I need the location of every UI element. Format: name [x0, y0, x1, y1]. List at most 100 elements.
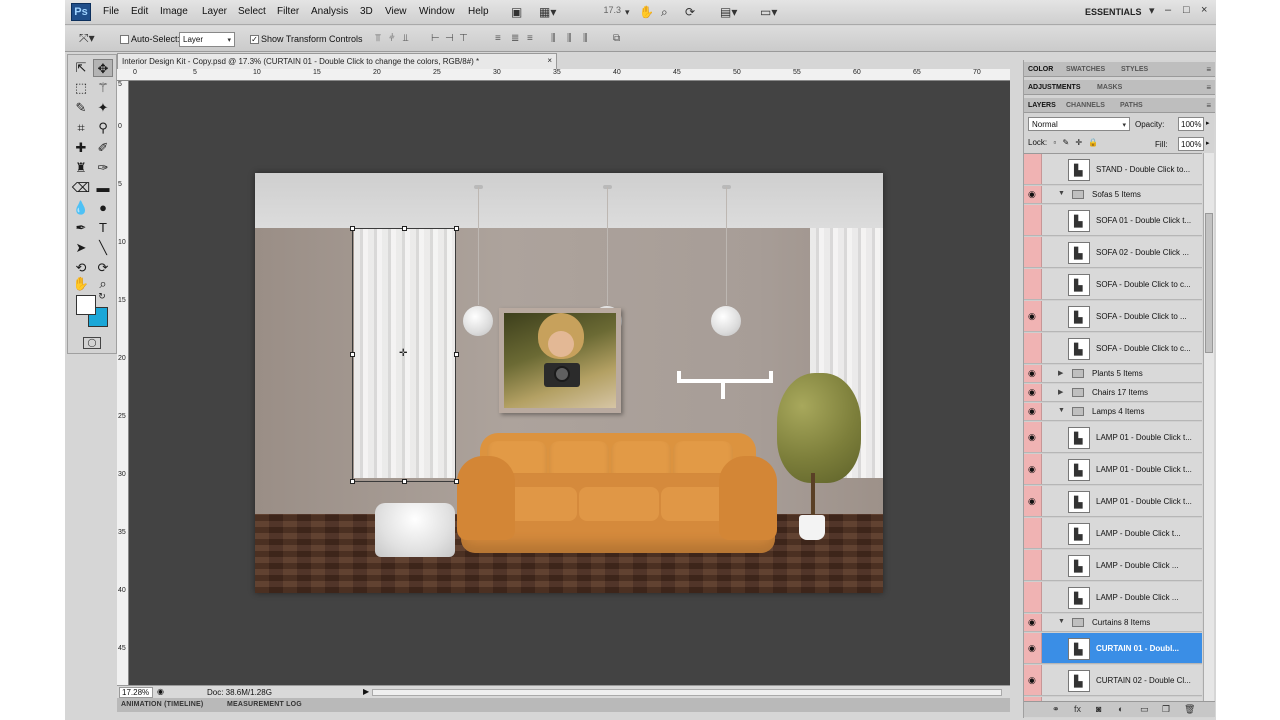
document-tab[interactable]: Interior Design Kit - Copy.psd @ 17.3% (…	[117, 53, 557, 69]
close-icon[interactable]: ×	[1201, 4, 1207, 16]
menu-file[interactable]: File	[103, 6, 119, 17]
tab-measurement-log[interactable]: MEASUREMENT LOG	[227, 701, 302, 708]
layer-row[interactable]: ▙ LAMP - Double Click ...	[1024, 582, 1202, 613]
type-tool-icon[interactable]: T	[93, 219, 113, 237]
zoom-dropdown-icon[interactable]: ▾	[625, 5, 630, 19]
document-canvas[interactable]: ✛	[255, 173, 883, 593]
tab-layers[interactable]: LAYERS	[1028, 102, 1056, 109]
expand-arrow-icon[interactable]: ▶	[1058, 369, 1063, 377]
path-selection-icon[interactable]: ➤	[71, 239, 91, 257]
layer-group-row[interactable]: ◉ ▶ Plants 5 Items	[1024, 365, 1202, 383]
align-hcenter-icon[interactable]: ⊣	[445, 33, 459, 45]
scroll-thumb[interactable]	[1205, 213, 1213, 353]
layer-group-row[interactable]: ◉ ▶ Chairs 17 Items	[1024, 384, 1202, 402]
menu-3d[interactable]: 3D	[360, 6, 373, 17]
menu-select[interactable]: Select	[238, 6, 266, 17]
tab-animation-timeline[interactable]: ANIMATION (TIMELINE)	[121, 701, 203, 708]
delete-layer-icon[interactable]: 🗑	[1184, 704, 1195, 715]
tab-color[interactable]: COLOR	[1028, 66, 1053, 73]
blur-tool-icon[interactable]: 💧	[71, 199, 91, 217]
visibility-toggle[interactable]: ◉	[1024, 403, 1042, 420]
menu-help[interactable]: Help	[468, 6, 489, 17]
layer-row[interactable]: ▙ SOFA 02 - Double Click ...	[1024, 237, 1202, 268]
distribute-vcenter-icon[interactable]: ≣	[511, 33, 525, 45]
screen-mode-icon[interactable]: ▭▾	[760, 5, 777, 19]
auto-select-dropdown[interactable]: Layer ▾	[179, 32, 235, 47]
workspace-switcher[interactable]: ESSENTIALS	[1085, 7, 1142, 17]
pen-tool-icon[interactable]: ✒	[71, 219, 91, 237]
visibility-toggle[interactable]: ◉	[1024, 633, 1042, 663]
layer-row[interactable]: ▙ LAMP - Double Click t...	[1024, 518, 1202, 549]
layer-row[interactable]: ◉ ▙ LAMP 01 - Double Click t...	[1024, 422, 1202, 453]
panel-menu-icon[interactable]: ≡	[1206, 83, 1211, 92]
auto-select-checkbox[interactable]	[120, 35, 129, 44]
distribute-right-icon[interactable]: ⫼	[583, 33, 597, 45]
distribute-bottom-icon[interactable]: ≡	[527, 33, 541, 45]
canvas-area[interactable]: ✛	[129, 81, 1010, 685]
eye-icon[interactable]: ◉	[1028, 432, 1036, 443]
layer-group-row[interactable]: ◉ ▼ Curtains 8 Items	[1024, 614, 1202, 632]
layer-row[interactable]: ▙ LAMP - Double Click ...	[1024, 550, 1202, 581]
menu-image[interactable]: Image	[160, 6, 188, 17]
opacity-field[interactable]: 100%	[1178, 117, 1204, 131]
eye-icon[interactable]: ◉	[1028, 311, 1036, 322]
distribute-hcenter-icon[interactable]: ⫼	[567, 33, 581, 45]
tab-paths[interactable]: PATHS	[1120, 102, 1143, 109]
transform-handle[interactable]	[454, 352, 459, 357]
tab-adjustments[interactable]: ADJUSTMENTS	[1028, 84, 1081, 91]
tab-swatches[interactable]: SWATCHES	[1066, 66, 1105, 73]
marquee-tool-icon[interactable]: ⬚	[71, 79, 91, 97]
visibility-toggle[interactable]: ◉	[1024, 301, 1042, 331]
layer-row[interactable]: ◉ ▙ LAMP 01 - Double Click t...	[1024, 454, 1202, 485]
eraser-tool-icon[interactable]: ⌫	[71, 179, 91, 197]
align-right-icon[interactable]: ⊤	[459, 33, 473, 45]
eye-icon[interactable]: ◉	[1028, 189, 1036, 200]
link-layers-icon[interactable]: ⚭	[1052, 704, 1060, 715]
lock-position-icon[interactable]: ✛	[1075, 138, 1082, 147]
gradient-tool-icon[interactable]: ▬	[93, 179, 113, 197]
transform-center-icon[interactable]: ✛	[399, 348, 407, 359]
visibility-toggle[interactable]: ◉	[1024, 486, 1042, 516]
eye-icon[interactable]: ◉	[1028, 387, 1036, 398]
status-menu-arrow-icon[interactable]: ▶	[363, 687, 369, 696]
collapse-arrow-icon[interactable]: ▼	[1058, 190, 1065, 197]
crop-tool-icon[interactable]: ⌗	[71, 119, 91, 137]
layer-row[interactable]: ▙ SOFA - Double Click to c...	[1024, 269, 1202, 300]
layers-scrollbar[interactable]	[1203, 153, 1214, 701]
vertical-ruler[interactable]: 5 0 5 10 15 20 25 30 35 40 45	[117, 81, 129, 685]
zoom-tool-icon[interactable]: ⌕	[661, 5, 668, 19]
tab-styles[interactable]: STYLES	[1121, 66, 1148, 73]
blend-mode-dropdown[interactable]: Normal ▾	[1028, 117, 1130, 131]
panel-menu-icon[interactable]: ≡	[1206, 65, 1211, 74]
dodge-tool-icon[interactable]: ●	[93, 199, 113, 217]
visibility-toggle[interactable]: ◉	[1024, 365, 1042, 382]
new-group-icon[interactable]: ▭	[1140, 704, 1149, 715]
transform-handle[interactable]	[350, 479, 355, 484]
hand-tool-icon[interactable]: ✋	[71, 275, 91, 293]
swap-colors-icon[interactable]: ↻	[96, 291, 108, 301]
add-mask-icon[interactable]: ◙	[1096, 704, 1101, 714]
menu-window[interactable]: Window	[419, 6, 455, 17]
eye-icon[interactable]: ◉	[1028, 368, 1036, 379]
workspace-dropdown-icon[interactable]: ▾	[1149, 4, 1155, 17]
close-document-icon[interactable]: ×	[547, 56, 552, 65]
visibility-toggle[interactable]: ◉	[1024, 186, 1042, 203]
visibility-toggle[interactable]: ◉	[1024, 384, 1042, 401]
menu-layer[interactable]: Layer	[202, 6, 227, 17]
arrange-docs-icon[interactable]: ▤▾	[720, 5, 737, 19]
adjustment-layer-icon[interactable]: ◐	[1118, 704, 1123, 714]
visibility-toggle[interactable]	[1024, 550, 1042, 580]
collapse-arrow-icon[interactable]: ▼	[1058, 618, 1065, 625]
status-camera-icon[interactable]: ◉	[157, 687, 164, 696]
layer-group-row[interactable]: ◉ ▼ Lamps 4 Items	[1024, 403, 1202, 421]
align-top-icon[interactable]: ⫪	[375, 33, 389, 45]
transform-handle[interactable]	[402, 226, 407, 231]
lock-transparency-icon[interactable]: ▫	[1053, 138, 1056, 147]
menu-filter[interactable]: Filter	[277, 6, 299, 17]
align-left-icon[interactable]: ⊢	[431, 33, 445, 45]
layer-group-row[interactable]: ◉ ▼ Sofas 5 Items	[1024, 186, 1202, 204]
new-layer-icon[interactable]: ❐	[1162, 704, 1170, 715]
layer-row[interactable]: ▙ SOFA - Double Click to c...	[1024, 333, 1202, 364]
distribute-top-icon[interactable]: ≡	[495, 33, 509, 45]
fill-slider-icon[interactable]: ▸	[1206, 139, 1210, 147]
